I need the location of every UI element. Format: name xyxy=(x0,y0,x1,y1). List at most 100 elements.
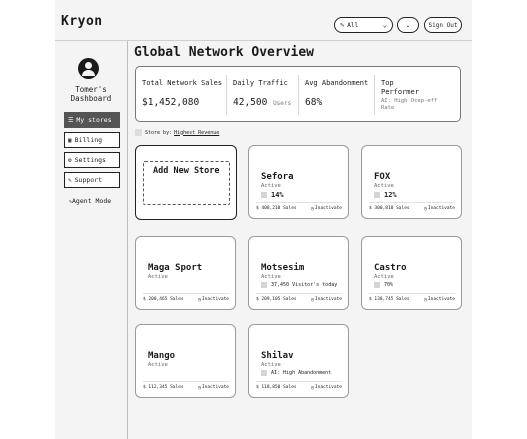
stat-sub: AI: High Ocep-eff Rate xyxy=(381,98,438,111)
store-status: Active xyxy=(148,274,168,280)
store-sales: $ 112,345 Sales xyxy=(143,385,184,390)
store-sales: $ 300,810 Sales xyxy=(369,206,410,211)
inactivate-button[interactable]: ◷ Inactivate xyxy=(198,297,229,303)
store-name: Shilav xyxy=(261,351,294,361)
sort-control[interactable]: Store by: Highest Revenue xyxy=(135,129,219,136)
clock-icon: ◷ xyxy=(197,384,201,391)
top-header: Kryon ✎ All ⌄ . Sign Out xyxy=(55,0,472,41)
sidebar-item-label: Settings xyxy=(74,156,106,164)
store-card-sefora[interactable]: Sefora Active 14% $ 408,210 Sales ◷ Inact… xyxy=(248,145,349,219)
sidebar-item-support[interactable]: ✎ Support xyxy=(64,172,120,188)
pen-icon: ✎ xyxy=(68,176,72,184)
store-status: Active xyxy=(374,274,394,280)
store-footer: $ 138,745 Sales ◷ Inactivate xyxy=(369,293,455,305)
gear-icon: ⚙ xyxy=(68,156,72,164)
store-badge: 12% xyxy=(374,191,397,199)
stat-avg-abandonment: Avg Abandonment 68% xyxy=(305,67,377,123)
sidebar-item-label: Support xyxy=(74,176,103,184)
add-store-card[interactable]: Add New Store xyxy=(135,145,237,220)
store-status: Active xyxy=(261,183,281,189)
add-store-dropzone[interactable]: Add New Store xyxy=(143,161,230,205)
store-footer: $ 209,105 Sales ◷ Inactivate xyxy=(256,293,342,305)
clock-icon: ◷ xyxy=(310,296,314,303)
stat-value: 42,500 Users xyxy=(233,97,292,108)
store-name: Castro xyxy=(374,263,407,273)
stat-top-performer: Top Performer AI: High Ocep-eff Rate xyxy=(381,67,457,123)
store-sales: $ 200,465 Sales xyxy=(143,297,184,302)
store-name: Mango xyxy=(148,351,176,361)
inactivate-button[interactable]: ◷ Inactivate xyxy=(198,385,229,391)
stat-label: Daily Traffic xyxy=(233,79,288,87)
pen-icon: ✎ xyxy=(340,21,345,29)
store-sales: $ 138,745 Sales xyxy=(369,297,410,302)
clock-icon: ◷ xyxy=(423,205,427,212)
inactivate-button[interactable]: ◷ Inactivate xyxy=(424,206,455,212)
stat-label: Avg Abandonment xyxy=(305,79,369,87)
store-sales: $ 209,105 Sales xyxy=(256,297,297,302)
chevron-down-icon: ⌄ xyxy=(382,21,387,29)
store-status: Active xyxy=(261,362,281,368)
sidebar-item-billing[interactable]: ▣ Billing xyxy=(64,132,120,148)
sidebar-item-my-stores[interactable]: ☰ My stores xyxy=(64,112,120,128)
filter-dropdown[interactable]: ✎ All ⌄ xyxy=(334,17,393,33)
sidebar: Tomer's Dashboard ☰ My stores ▣ Billing … xyxy=(55,41,128,439)
store-name: FOX xyxy=(374,172,391,182)
clock-icon: ◷ xyxy=(423,296,427,303)
store-card-mango[interactable]: Mango Active $ 112,345 Sales ◷ Inactivate xyxy=(135,324,236,398)
clock-icon: ◷ xyxy=(197,296,201,303)
app-logo: Kryon xyxy=(61,14,103,29)
store-footer: $ 300,810 Sales ◷ Inactivate xyxy=(369,202,455,214)
stat-label: Total Network Sales xyxy=(142,79,223,87)
agent-mode-link[interactable]: ✎Agent Mode xyxy=(69,197,111,205)
store-badge: 37,450 Visitor's today xyxy=(261,282,337,288)
stat-unit: Users xyxy=(273,100,292,107)
store-name: Sefora xyxy=(261,172,294,182)
stat-label: Top Performer xyxy=(381,79,419,96)
store-badge: AI: High Abandonment xyxy=(261,370,331,376)
store-footer: $ 112,345 Sales ◷ Inactivate xyxy=(143,381,229,393)
inactivate-button[interactable]: ◷ Inactivate xyxy=(424,297,455,303)
sort-prefix: Store by: xyxy=(145,129,173,136)
dashboard-title: Tomer's Dashboard xyxy=(70,85,112,103)
stats-panel: Total Network Sales $1,452,080 Daily Tra… xyxy=(135,66,461,122)
stat-value: 68% xyxy=(305,97,323,108)
sidebar-item-label: My stores xyxy=(76,116,112,124)
sidebar-item-settings[interactable]: ⚙ Settings xyxy=(64,152,120,168)
filter-value: All xyxy=(347,21,359,29)
store-card-motsesim[interactable]: Motsesim Active 37,450 Visitor's today $… xyxy=(248,236,349,310)
store-footer: $ 118,850 Sales ◷ Inactivate xyxy=(256,381,342,393)
store-status: Active xyxy=(261,274,281,280)
card-icon: ▣ xyxy=(68,136,72,144)
store-footer: $ 408,210 Sales ◷ Inactivate xyxy=(256,202,342,214)
store-card-maga-sport[interactable]: Maga Sport Active $ 200,465 Sales ◷ Inact… xyxy=(135,236,236,310)
store-sales: $ 408,210 Sales xyxy=(256,206,297,211)
page-title: Global Network Overview xyxy=(134,45,315,60)
app-window: Kryon ✎ All ⌄ . Sign Out Tomer's Dashboa… xyxy=(55,0,472,439)
store-name: Maga Sport xyxy=(148,263,203,273)
add-store-label: Add New Store xyxy=(153,166,220,176)
list-icon: ☰ xyxy=(68,116,74,124)
store-badge: 14% xyxy=(261,191,284,199)
store-status: Active xyxy=(374,183,394,189)
more-button[interactable]: . xyxy=(397,17,419,33)
stat-daily-traffic: Daily Traffic 42,500 Users xyxy=(233,67,299,123)
store-card-fox[interactable]: FOX Active 12% $ 300,810 Sales ◷ Inactiva… xyxy=(361,145,462,219)
store-status: Active xyxy=(148,362,168,368)
clock-icon: ◷ xyxy=(310,205,314,212)
inactivate-button[interactable]: ◷ Inactivate xyxy=(311,385,342,391)
inactivate-button[interactable]: ◷ Inactivate xyxy=(311,297,342,303)
stat-value: $1,452,080 xyxy=(142,97,200,108)
store-badge: 70% xyxy=(374,282,393,288)
avatar[interactable] xyxy=(78,58,99,79)
sort-checkbox[interactable] xyxy=(135,129,142,136)
sign-out-button[interactable]: Sign Out xyxy=(424,17,462,33)
inactivate-button[interactable]: ◷ Inactivate xyxy=(311,206,342,212)
sidebar-item-label: Billing xyxy=(74,136,103,144)
clock-icon: ◷ xyxy=(310,384,314,391)
sort-value-link[interactable]: Highest Revenue xyxy=(174,130,219,136)
store-card-shilav[interactable]: Shilav Active AI: High Abandonment $ 118… xyxy=(248,324,349,398)
stat-total-sales: Total Network Sales $1,452,080 xyxy=(142,67,222,123)
store-sales: $ 118,850 Sales xyxy=(256,385,297,390)
store-footer: $ 200,465 Sales ◷ Inactivate xyxy=(143,293,229,305)
store-card-castro[interactable]: Castro Active 70% $ 138,745 Sales ◷ Inact… xyxy=(361,236,462,310)
